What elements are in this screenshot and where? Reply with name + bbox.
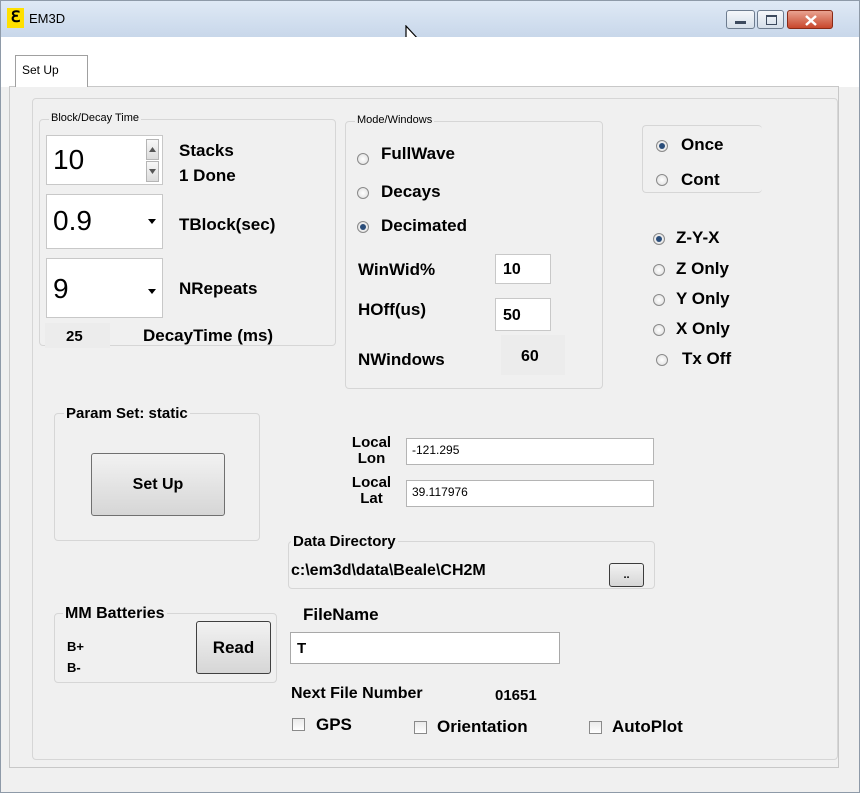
lon-label: Local Lon xyxy=(344,435,399,467)
nrepeats-label: NRepeats xyxy=(179,279,258,298)
close-icon xyxy=(805,15,817,26)
hoff-value[interactable]: 50 xyxy=(503,307,521,325)
orientation-label[interactable]: Orientation xyxy=(437,717,528,737)
tblock-dropdown[interactable]: 0.9 xyxy=(46,194,163,249)
x-only-label[interactable]: X Only xyxy=(676,319,730,339)
tx-off-label[interactable]: Tx Off xyxy=(682,349,731,369)
fullwave-radio[interactable] xyxy=(357,153,369,165)
gps-label[interactable]: GPS xyxy=(316,715,352,735)
arrow-down-icon xyxy=(149,169,156,174)
batteries-label: MM Batteries xyxy=(63,605,167,623)
mode-windows-group-label: Mode/Windows xyxy=(355,114,435,126)
filename-input[interactable]: T xyxy=(290,632,560,664)
stacks-up-button[interactable] xyxy=(146,139,159,160)
dropdown-arrow-icon xyxy=(148,289,156,294)
orientation-checkbox[interactable] xyxy=(414,721,427,734)
dropdown-arrow-icon xyxy=(148,219,156,224)
y-only-label[interactable]: Y Only xyxy=(676,289,730,309)
once-label[interactable]: Once xyxy=(681,135,724,155)
decays-label[interactable]: Decays xyxy=(381,182,441,202)
nrepeats-value[interactable]: 9 xyxy=(53,273,69,305)
next-file-label: Next File Number xyxy=(291,685,423,702)
lon-input[interactable]: -121.295 xyxy=(406,438,654,465)
decimated-label[interactable]: Decimated xyxy=(381,216,467,236)
tblock-value[interactable]: 0.9 xyxy=(53,205,92,237)
winwid-label: WinWid% xyxy=(358,260,436,279)
decay-time-label: DecayTime (ms) xyxy=(143,326,274,345)
read-button[interactable]: Read xyxy=(196,621,271,674)
cont-radio[interactable] xyxy=(656,174,668,186)
nwindows-label: NWindows xyxy=(358,350,445,369)
b-minus-label: B- xyxy=(67,660,81,675)
minimize-button[interactable] xyxy=(726,10,755,29)
decay-time-value: 25 xyxy=(66,328,83,345)
b-plus-label: B+ xyxy=(67,639,84,654)
lat-label-line-1: Local xyxy=(351,474,392,491)
app-window: ℇ EM3D Set Up Block/Decay Time 10 Stacks… xyxy=(0,0,860,793)
next-file-value: 01651 xyxy=(495,687,537,704)
tx-off-radio[interactable] xyxy=(656,354,668,366)
autoplot-label[interactable]: AutoPlot xyxy=(612,717,683,737)
nrepeats-dropdown[interactable]: 9 xyxy=(46,258,163,318)
app-logo-icon: ℇ xyxy=(7,8,24,28)
arrow-up-icon xyxy=(149,147,156,152)
decimated-radio[interactable] xyxy=(357,221,369,233)
hoff-input[interactable]: 50 xyxy=(495,298,551,331)
minimize-icon xyxy=(735,21,746,24)
maximize-icon xyxy=(766,15,777,25)
hoff-label: HOff(us) xyxy=(358,300,426,319)
autoplot-checkbox[interactable] xyxy=(589,721,602,734)
maximize-button[interactable] xyxy=(757,10,784,29)
z-only-radio[interactable] xyxy=(653,264,665,276)
lat-input[interactable]: 39.117976 xyxy=(406,480,654,507)
lat-label: Local Lat xyxy=(344,475,399,507)
zyx-label[interactable]: Z-Y-X xyxy=(676,228,719,248)
done-status: 1 Done xyxy=(179,166,236,185)
winwid-input[interactable]: 10 xyxy=(495,254,551,284)
close-button[interactable] xyxy=(787,10,833,29)
zyx-radio[interactable] xyxy=(653,233,665,245)
tab-strip xyxy=(1,37,859,87)
lon-label-line-2: Lon xyxy=(357,450,386,467)
stacks-label: Stacks xyxy=(179,141,234,160)
lon-label-line-1: Local xyxy=(351,434,392,451)
filename-label: FileName xyxy=(303,605,379,624)
once-radio[interactable] xyxy=(656,140,668,152)
stacks-value[interactable]: 10 xyxy=(53,144,84,176)
fullwave-label[interactable]: FullWave xyxy=(381,144,455,164)
nwindows-value: 60 xyxy=(521,348,539,365)
window-title: EM3D xyxy=(29,11,66,26)
stacks-down-button[interactable] xyxy=(146,161,159,182)
filename-value[interactable]: T xyxy=(297,640,306,657)
gps-checkbox[interactable] xyxy=(292,718,305,731)
param-set-label: Param Set: static xyxy=(64,405,190,422)
lat-label-line-2: Lat xyxy=(360,490,383,507)
data-directory-label: Data Directory xyxy=(291,533,398,550)
tblock-label: TBlock(sec) xyxy=(179,215,276,234)
x-only-radio[interactable] xyxy=(653,324,665,336)
data-directory-path: c:\em3d\data\Beale\CH2M xyxy=(291,562,486,579)
winwid-value[interactable]: 10 xyxy=(503,261,521,279)
tab-set-up[interactable]: Set Up xyxy=(15,55,88,87)
browse-button[interactable]: .. xyxy=(609,563,644,587)
cont-label[interactable]: Cont xyxy=(681,170,720,190)
set-up-button[interactable]: Set Up xyxy=(91,453,225,516)
decays-radio[interactable] xyxy=(357,187,369,199)
block-decay-group-label: Block/Decay Time xyxy=(49,112,142,124)
y-only-radio[interactable] xyxy=(653,294,665,306)
z-only-label[interactable]: Z Only xyxy=(676,259,729,279)
title-bar: ℇ EM3D xyxy=(1,1,859,50)
